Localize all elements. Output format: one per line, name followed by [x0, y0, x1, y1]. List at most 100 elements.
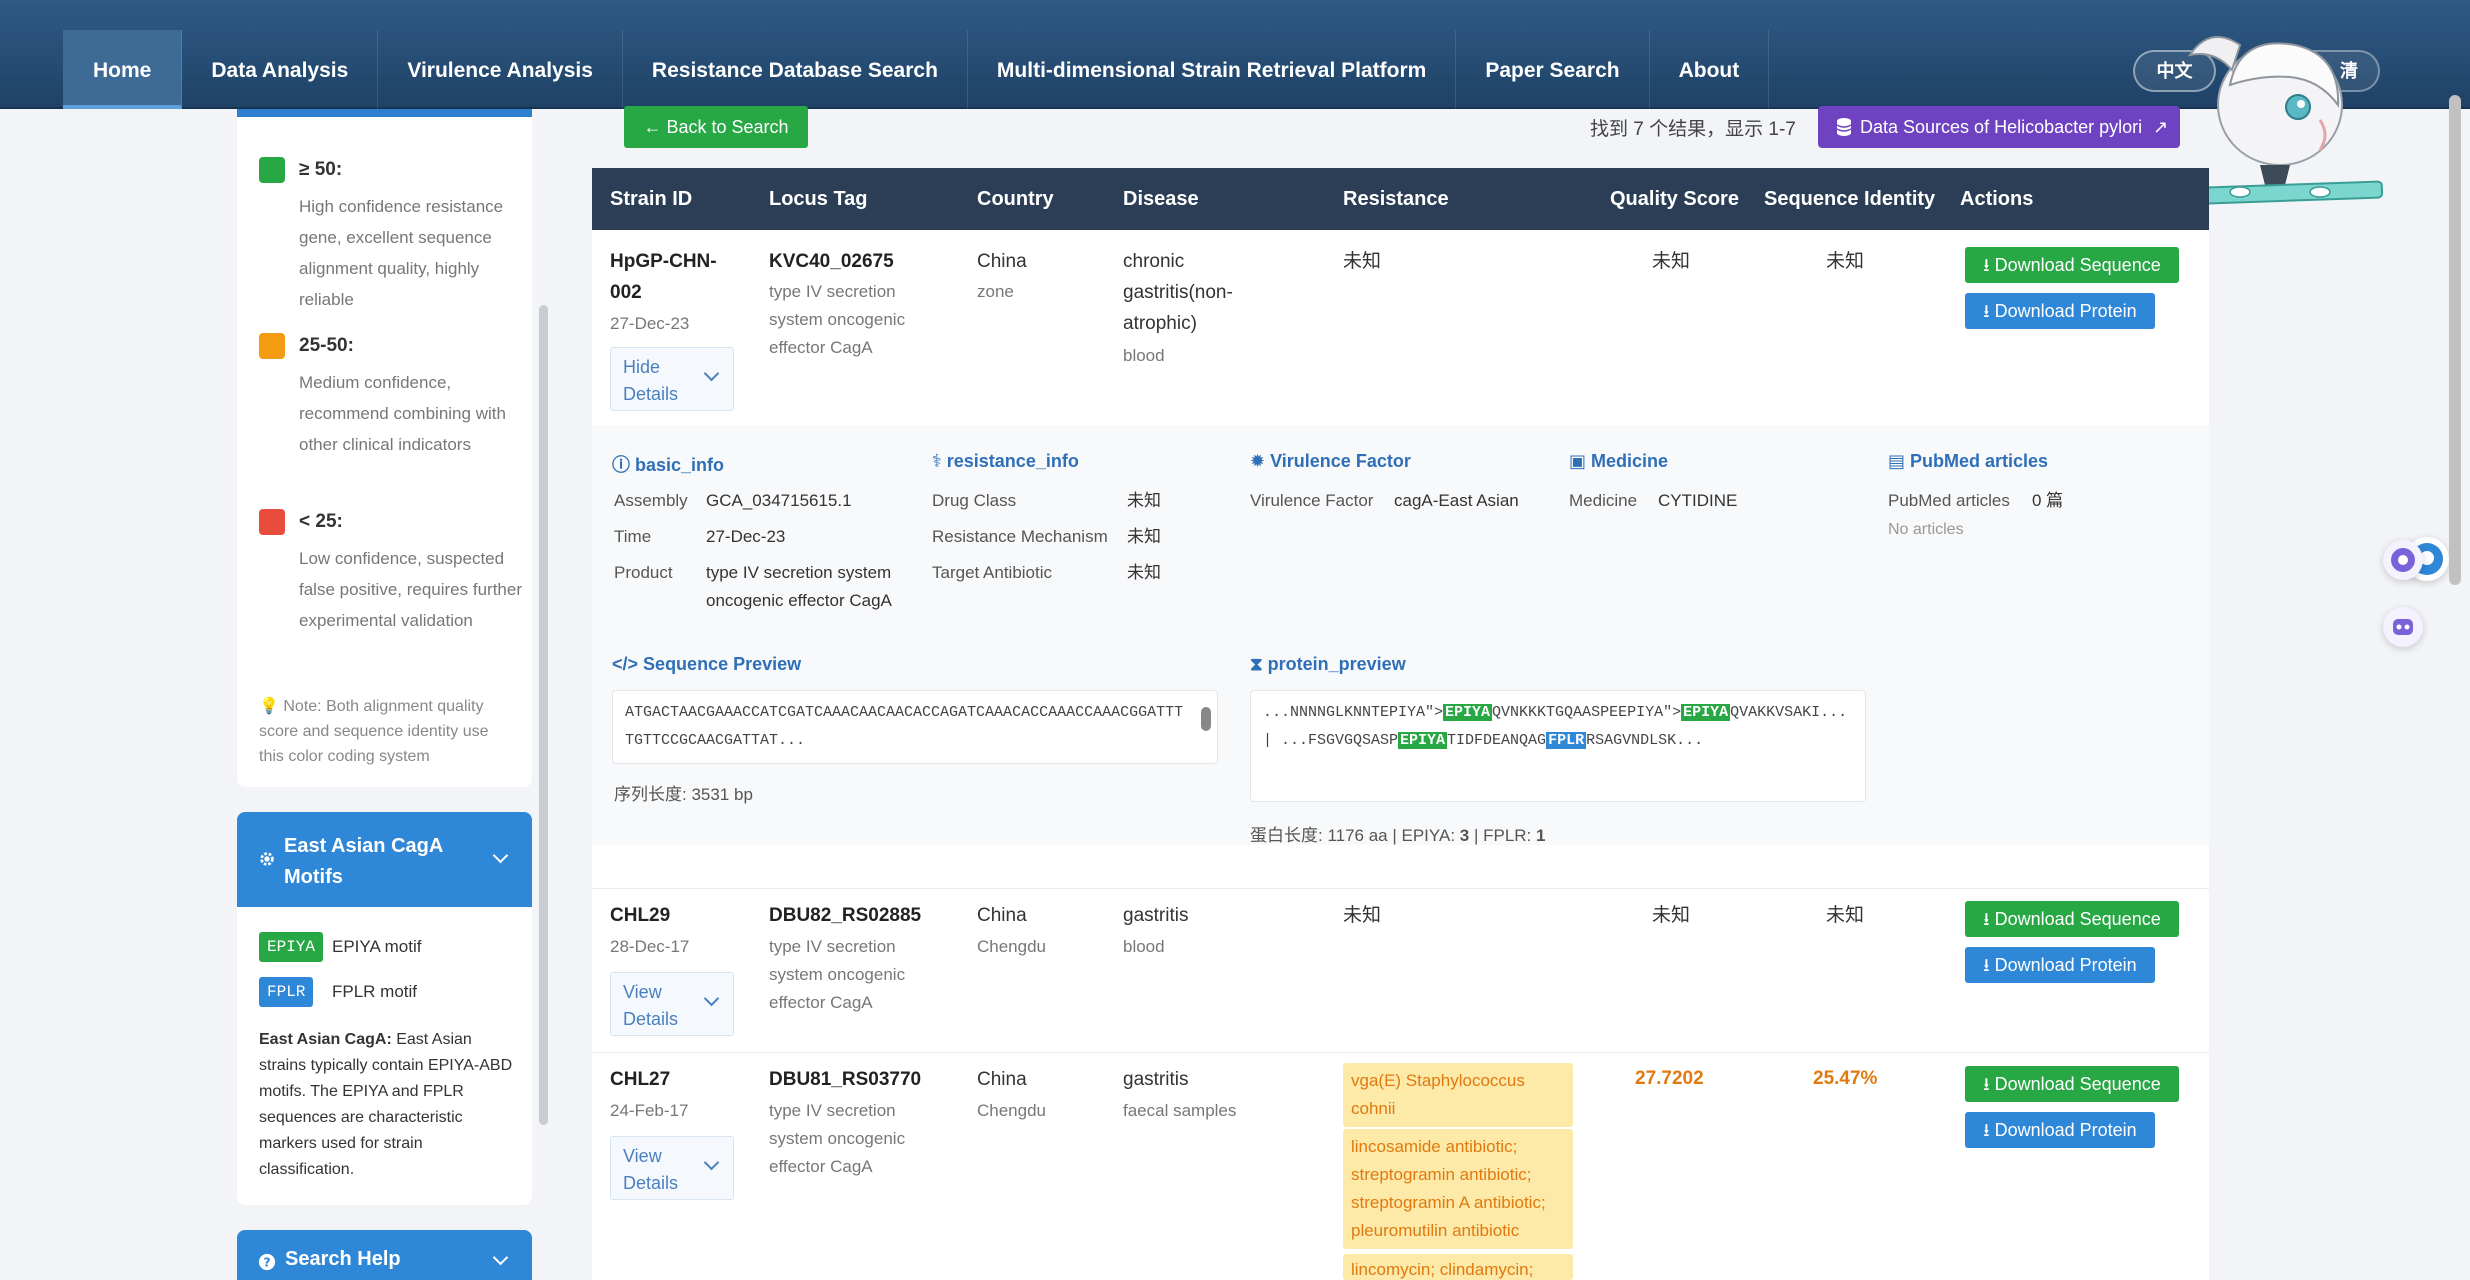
sequence-identity: 25.47%	[1813, 1068, 1878, 1089]
protein-segment: ...NNNNGLKNNTEPIYA">	[1263, 704, 1444, 721]
region: zone	[977, 282, 1014, 301]
arrow-left-icon: ←	[643, 117, 662, 137]
download-protein-button[interactable]: ⭳ Download Protein	[1965, 947, 2155, 983]
nav-menu: Home Data Analysis Virulence Analysis Re…	[63, 30, 1770, 109]
robot-assistant-button[interactable]	[2383, 607, 2423, 647]
resistance-mechanism-value: 未知	[1127, 527, 1161, 546]
legend-description: High confidence resistance gene, excelle…	[299, 197, 504, 309]
nav-item-virulence-analysis[interactable]: Virulence Analysis	[378, 30, 623, 109]
download-icon: ⭳	[1983, 1074, 1990, 1094]
column-header-quality-score[interactable]: Quality Score	[1610, 168, 1739, 230]
basic-info-section-title: ⓘ basic_info	[612, 451, 724, 477]
fplr-label: FPLR motif	[332, 982, 418, 1001]
sequence-preview-section-title: </> Sequence Preview	[612, 654, 801, 675]
download-sequence-button[interactable]: ⭳ Download Sequence	[1965, 1066, 2179, 1102]
view-details-button[interactable]: View Details	[610, 1136, 734, 1200]
resistance-info-title: resistance_info	[946, 451, 1079, 471]
column-header-locus-tag[interactable]: Locus Tag	[769, 168, 868, 230]
medicine-section-title: ▣ Medicine	[1569, 451, 1668, 472]
resistance-value: 未知	[1343, 905, 1382, 926]
cag-motifs-header[interactable]: East Asian CagA Motifs	[237, 812, 532, 907]
resistance-info-section-title: ⚕ resistance_info	[932, 451, 1079, 472]
detail-button-label: View Details	[623, 982, 679, 1029]
column-header-sequence-identity[interactable]: Sequence Identity	[1764, 168, 1935, 230]
nav-item-data-analysis[interactable]: Data Analysis	[182, 30, 379, 109]
chevron-down-icon	[703, 365, 720, 382]
back-to-search-label: Back to Search	[666, 117, 789, 137]
back-to-search-button[interactable]: ← Back to Search	[624, 106, 808, 148]
pubmed-title: PubMed articles	[1910, 451, 2049, 471]
nav-item-home[interactable]: Home	[63, 30, 183, 109]
protein-length: 蛋白长度: 1176 aa | EPIYA:	[1250, 826, 1460, 845]
locus-tag: DBU81_RS03770	[769, 1069, 922, 1090]
nav-item-paper-search[interactable]: Paper Search	[1456, 30, 1650, 109]
quality-score: 27.7202	[1635, 1068, 1704, 1089]
quality-score: 未知	[1652, 905, 1691, 926]
download-sequence-button[interactable]: ⭳ Download Sequence	[1965, 247, 2179, 283]
column-header-disease[interactable]: Disease	[1123, 168, 1199, 230]
nav-item-about[interactable]: About	[1650, 30, 1770, 109]
epiya-label: EPIYA motif	[332, 937, 422, 956]
nav-item-strain-retrieval-platform[interactable]: Multi-dimensional Strain Retrieval Platf…	[968, 30, 1457, 109]
sequence-preview-box[interactable]: ATGACTAACGAAACCATCGATCAAACAACAACACCAGATC…	[612, 690, 1218, 764]
medicine-label: Medicine	[1569, 491, 1638, 510]
legend-description: Low confidence, suspected false positive…	[299, 549, 522, 630]
chevron-down-icon	[703, 1154, 720, 1171]
scrollbar-thumb[interactable]	[1201, 707, 1211, 731]
disease: gastritis	[1123, 905, 1189, 926]
basic-info-title: basic_info	[635, 455, 725, 475]
strain-date: 24-Feb-17	[610, 1101, 689, 1120]
hide-details-button[interactable]: Hide Details	[610, 347, 734, 411]
virulence-section-title: ✹ Virulence Factor	[1250, 451, 1411, 472]
results-table: Strain ID Locus Tag Country Disease Resi…	[592, 168, 2209, 1280]
strain-id: CHL29	[610, 905, 671, 926]
download-sequence-button[interactable]: ⭳ Download Sequence	[1965, 901, 2179, 937]
country: China	[977, 1069, 1027, 1090]
page-scrollbar[interactable]	[2449, 95, 2461, 585]
country: China	[977, 251, 1027, 272]
drug-class-label: Drug Class	[932, 491, 1017, 510]
legend-note-text: Note: Both alignment quality score and s…	[259, 698, 489, 765]
strain-id: CHL27	[610, 1069, 671, 1090]
column-header-country[interactable]: Country	[977, 168, 1054, 230]
strain-id: HpGP-CHN-002	[610, 251, 717, 303]
virulence-factor-label: Virulence Factor	[1250, 491, 1374, 510]
download-protein-button[interactable]: ⭳ Download Protein	[1965, 1112, 2155, 1148]
no-articles-text: No articles	[1888, 521, 1964, 538]
sidebar-scrollbar[interactable]	[539, 305, 548, 1125]
quality-score: 未知	[1652, 251, 1691, 272]
data-sources-button[interactable]: Data Sources of Helicobacter pylori ↗	[1818, 106, 2180, 148]
database-icon	[1836, 118, 1852, 136]
download-icon: ⭳	[1983, 909, 1990, 929]
lightbulb-icon: 💡	[259, 698, 279, 715]
region: Chengdu	[977, 1101, 1047, 1120]
sequence-identity: 未知	[1826, 905, 1865, 926]
download-protein-label: Download Protein	[1994, 301, 2137, 321]
robot-icon	[2393, 619, 2413, 635]
epiya-highlight: EPIYA	[1681, 704, 1731, 721]
ai-helper-button[interactable]	[2383, 540, 2423, 580]
info-icon: ⓘ	[612, 455, 630, 475]
protein-segment: RSAGVNDLSK...	[1586, 732, 1704, 749]
result-count: 找到 7 个结果，显示 1-7	[1590, 119, 1796, 140]
target-antibiotic-label: Target Antibiotic	[932, 563, 1053, 582]
strain-date: 27-Dec-23	[610, 314, 690, 333]
nav-item-resistance-database-search[interactable]: Resistance Database Search	[623, 30, 968, 109]
drug-class-value: 未知	[1127, 491, 1161, 510]
view-details-button[interactable]: View Details	[610, 972, 734, 1036]
column-header-strain-id[interactable]: Strain ID	[610, 168, 692, 230]
disease: chronic gastritis(non-atrophic)	[1123, 251, 1233, 334]
legend-title: < 25:	[299, 511, 343, 532]
legend-title: ≥ 50:	[299, 159, 343, 180]
medicine-title: Medicine	[1591, 451, 1669, 471]
row-divider	[592, 888, 2209, 889]
search-help-header[interactable]: ? Search Help	[237, 1230, 532, 1280]
download-protein-label: Download Protein	[1994, 955, 2137, 975]
column-header-resistance[interactable]: Resistance	[1343, 168, 1449, 230]
fplr-prefix: | FPLR:	[1469, 826, 1536, 845]
target-antibiotic-value: 未知	[1127, 563, 1161, 582]
code-icon: </>	[612, 654, 639, 674]
sequence-text: ATGACTAACGAAACCATCGATCAAACAACAACACCAGATC…	[625, 704, 1184, 749]
download-protein-button[interactable]: ⭳ Download Protein	[1965, 293, 2155, 329]
protein-segment: QVNKKKTGQAASPEEPIYA">	[1492, 704, 1682, 721]
